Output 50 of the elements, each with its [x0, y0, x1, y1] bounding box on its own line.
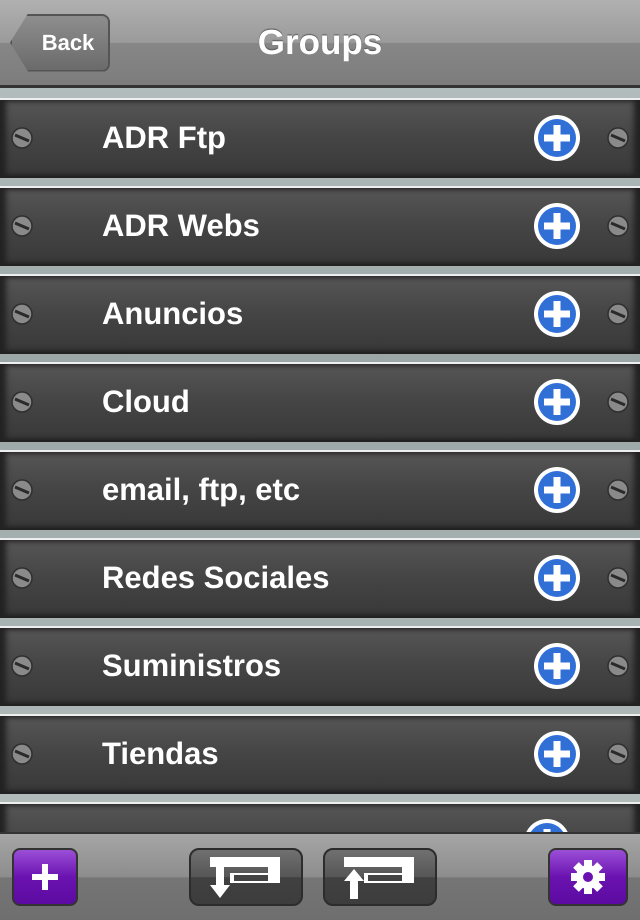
group-name: email, ftp, etc: [102, 472, 302, 508]
add-icon[interactable]: [532, 289, 582, 339]
group-row[interactable]: email, ftp, etc: [0, 450, 640, 530]
group-name: Cloud: [102, 384, 191, 420]
screw-icon: [10, 214, 34, 238]
add-icon[interactable]: [532, 377, 582, 427]
screw-icon: [10, 390, 34, 414]
group-row[interactable]: ADR Ftp: [0, 98, 640, 178]
screw-icon: [606, 742, 630, 766]
group-row[interactable]: Anuncios: [0, 274, 640, 354]
move-up-button[interactable]: [323, 848, 437, 906]
add-button[interactable]: [12, 848, 78, 906]
group-row[interactable]: Cloud: [0, 362, 640, 442]
settings-button[interactable]: [548, 848, 628, 906]
group-row[interactable]: Suministros: [0, 626, 640, 706]
screw-icon: [606, 302, 630, 326]
group-name: Anuncios: [102, 296, 244, 332]
add-icon[interactable]: [532, 201, 582, 251]
screw-icon: [606, 214, 630, 238]
screw-icon: [10, 126, 34, 150]
screw-icon: [10, 478, 34, 502]
screw-icon: [606, 478, 630, 502]
screw-icon: [606, 126, 630, 150]
screw-icon: [606, 566, 630, 590]
settings-icon: [568, 857, 608, 897]
screen-title: Groups: [256, 22, 384, 62]
group-name: ADR Ftp: [102, 120, 227, 156]
screw-icon: [606, 390, 630, 414]
screw-icon: [10, 566, 34, 590]
move-down-button[interactable]: [189, 848, 303, 906]
add-icon[interactable]: [532, 553, 582, 603]
move-up-icon: [344, 855, 416, 899]
group-row[interactable]: Tiendas: [0, 714, 640, 794]
group-row[interactable]: ADR Webs: [0, 186, 640, 266]
group-name: Redes Sociales: [102, 560, 330, 596]
plus-icon: [30, 862, 60, 892]
group-row[interactable]: Redes Sociales: [0, 538, 640, 618]
screw-icon: [606, 654, 630, 678]
add-icon[interactable]: [532, 729, 582, 779]
screw-icon: [10, 302, 34, 326]
add-icon[interactable]: [532, 465, 582, 515]
add-icon[interactable]: [532, 113, 582, 163]
screw-icon: [10, 654, 34, 678]
group-name: Tiendas: [102, 736, 220, 772]
group-name: ADR Webs: [102, 208, 261, 244]
add-icon[interactable]: [532, 641, 582, 691]
screw-icon: [10, 742, 34, 766]
group-name: Suministros: [102, 648, 282, 684]
move-down-icon: [210, 855, 282, 899]
back-button[interactable]: Back: [10, 14, 110, 72]
